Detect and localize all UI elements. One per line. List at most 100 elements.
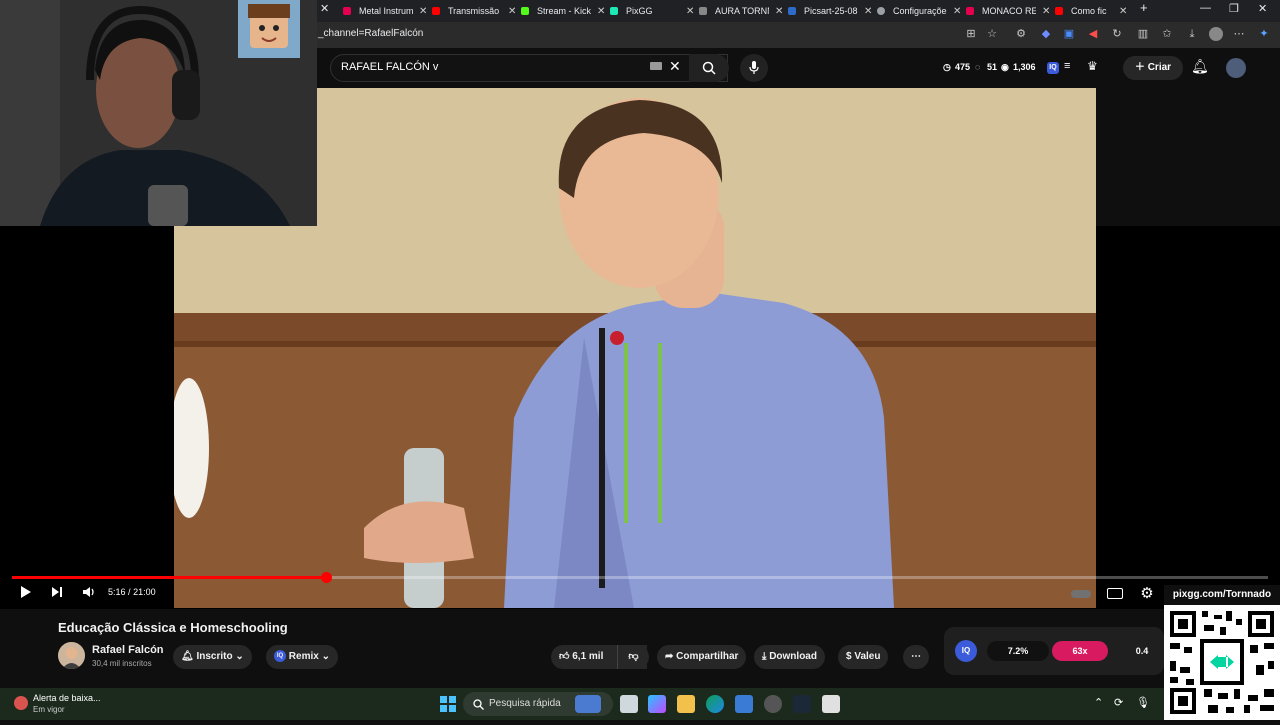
- thanks-button[interactable]: $ Valeu: [838, 645, 889, 669]
- voice-search-button[interactable]: [740, 54, 768, 82]
- tab-favicon-icon: [343, 7, 351, 15]
- iq-badge[interactable]: IQ: [955, 640, 977, 662]
- network-icon[interactable]: ⟳: [1114, 696, 1123, 709]
- photos-icon[interactable]: [735, 695, 753, 713]
- audio-icon[interactable]: ◀: [1086, 27, 1100, 41]
- star-icon[interactable]: ☆: [985, 27, 999, 41]
- kick-icon: [521, 7, 529, 15]
- autoplay-toggle[interactable]: [1070, 585, 1092, 603]
- trophy-icon[interactable]: ♛: [1087, 59, 1098, 73]
- subtitles-button[interactable]: [1106, 585, 1124, 603]
- windows-start-icon[interactable]: [440, 696, 456, 712]
- download-icon: ⤓: [762, 651, 767, 662]
- menu-icon[interactable]: ≡: [1064, 60, 1070, 72]
- edge-browser-icon[interactable]: [706, 695, 724, 713]
- create-button[interactable]: ＋ Criar: [1123, 56, 1183, 80]
- channel-name[interactable]: Rafael Falcón: [92, 644, 164, 656]
- subscriber-count: 30,4 mil inscritos: [92, 659, 152, 668]
- channel-avatar-image: [58, 642, 85, 669]
- next-button[interactable]: [49, 585, 65, 603]
- progress-scrubber[interactable]: [321, 572, 332, 583]
- close-icon[interactable]: ✕: [1119, 6, 1127, 17]
- settings-button[interactable]: ⚙: [1138, 585, 1156, 603]
- dollar-icon: $: [846, 651, 852, 662]
- task-view-icon[interactable]: [620, 695, 638, 713]
- microphone-icon[interactable]: 🎙︎: [1136, 696, 1150, 709]
- keyboard-icon[interactable]: [650, 62, 662, 70]
- more-icon[interactable]: ⋯: [1232, 27, 1246, 41]
- notion-icon[interactable]: [822, 695, 840, 713]
- account-avatar[interactable]: [1226, 58, 1246, 78]
- iq-icon: IQ: [274, 650, 286, 663]
- file-explorer-icon[interactable]: [677, 695, 695, 713]
- more-actions-button[interactable]: ⋯: [903, 645, 929, 669]
- taskbar-search-input[interactable]: Pesquisa rápida: [463, 692, 613, 716]
- download-icon[interactable]: ⤓: [1185, 27, 1199, 41]
- restore-button[interactable]: ❐: [1229, 2, 1239, 15]
- new-tab-button[interactable]: +: [1140, 0, 1148, 15]
- copilot-icon[interactable]: [648, 695, 666, 713]
- dislike-button[interactable]: 👎︎: [617, 645, 649, 669]
- browser-tab[interactable]: MONACO RE ✕: [960, 2, 1050, 20]
- extension-icon[interactable]: ⚙: [1014, 27, 1028, 41]
- apps-icon[interactable]: ⊞: [964, 27, 978, 41]
- copilot-icon[interactable]: ✦: [1257, 27, 1271, 41]
- browser-tab[interactable]: Stream - Kick ✕: [515, 2, 605, 20]
- iq-widget: IQ 7.2% 63x 0.4: [944, 627, 1164, 675]
- browser-tab[interactable]: Configurações ✕: [871, 2, 961, 20]
- weather-alert-title[interactable]: Alerta de baixa...: [33, 693, 101, 703]
- image-icon: [788, 7, 796, 15]
- close-icon[interactable]: ✕: [320, 2, 329, 15]
- shield-icon[interactable]: ◆: [1039, 27, 1053, 41]
- search-button[interactable]: [689, 54, 729, 82]
- clear-icon[interactable]: ✕: [669, 58, 681, 75]
- browser-tab[interactable]: Picsart-25-08 ✕: [782, 2, 872, 20]
- iq-value-3: 0.4: [1135, 646, 1149, 656]
- browser-tab-active[interactable]: Como fic ✕: [1049, 2, 1127, 20]
- skip-next-icon: [52, 587, 62, 597]
- browser-tab[interactable]: Transmissão ao✕: [426, 2, 516, 20]
- thumbs-down-icon: 👎︎: [628, 651, 639, 662]
- window-close-button[interactable]: ✕: [1258, 2, 1267, 15]
- download-button[interactable]: ⤓ Download: [754, 645, 825, 669]
- qr-code: [1164, 605, 1280, 720]
- search-icon: [702, 61, 716, 75]
- split-icon[interactable]: ▥: [1136, 27, 1150, 41]
- search-input[interactable]: RAFAEL FALCÓN v ✕: [330, 54, 728, 82]
- chevron-up-icon[interactable]: ⌃: [1094, 696, 1103, 709]
- remix-button[interactable]: IQ Remix ⌄: [266, 645, 338, 669]
- channel-avatar[interactable]: [58, 642, 85, 669]
- tab-favicon-icon: [699, 7, 707, 15]
- translate-icon[interactable]: ▣: [1062, 27, 1076, 41]
- play-button[interactable]: [18, 585, 34, 603]
- chevron-down-icon: ⌄: [321, 651, 330, 662]
- tab-favicon-icon: [966, 7, 974, 15]
- timecode: 5:16 / 21:00: [108, 587, 156, 597]
- weather-alert-icon[interactable]: [14, 696, 28, 710]
- eye-icon: ◉: [1001, 62, 1009, 72]
- minimize-button[interactable]: —: [1200, 2, 1211, 14]
- app-icon[interactable]: [764, 695, 782, 713]
- progress-played: [12, 576, 326, 579]
- comment-icon: ◌: [975, 62, 981, 72]
- volume-icon: [83, 587, 94, 597]
- windows-taskbar: Alerta de baixa... Em vigor Pesquisa ráp…: [0, 688, 1164, 720]
- browser-tab[interactable]: PixGG ✕: [604, 2, 694, 20]
- profile-avatar[interactable]: [1209, 27, 1223, 41]
- url-field[interactable]: _channel=RafaelFalcón: [318, 28, 423, 39]
- bell-icon[interactable]: 🔔︎: [1191, 58, 1209, 75]
- steam-icon[interactable]: [793, 695, 811, 713]
- avatar-sticker: [238, 0, 300, 58]
- share-button[interactable]: ➦ Compartilhar: [657, 645, 747, 669]
- clock-icon: ◷: [943, 62, 951, 72]
- browser-tab[interactable]: Metal Instrum ✕: [337, 2, 427, 20]
- play-icon: [21, 586, 31, 598]
- plus-icon: ＋: [1134, 62, 1145, 73]
- browser-tab[interactable]: AURA TORNM ✕: [693, 2, 783, 20]
- thumbs-up-icon: 👍︎: [559, 651, 570, 662]
- subscribe-button[interactable]: 🔔︎ Inscrito ⌄: [173, 645, 252, 669]
- iq-extension-icon[interactable]: IQ: [1047, 62, 1059, 74]
- favorites-icon[interactable]: ✩: [1160, 27, 1174, 41]
- volume-button[interactable]: [81, 585, 97, 603]
- refresh-icon[interactable]: ↻: [1110, 27, 1124, 41]
